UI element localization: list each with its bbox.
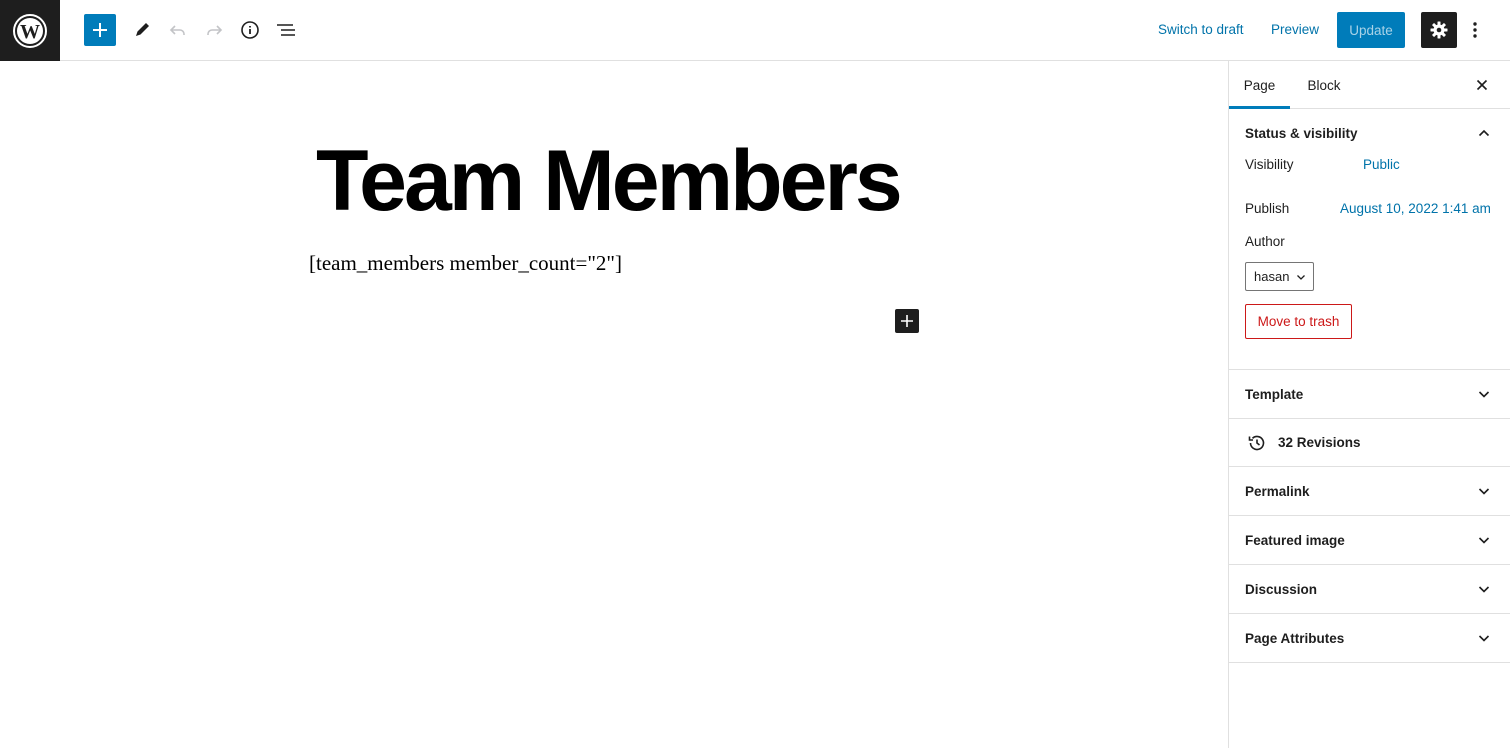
chevron-down-icon [1297, 275, 1305, 280]
status-visibility-panel: Status & visibility Visibility Public Pu… [1229, 109, 1510, 370]
details-button[interactable] [234, 14, 266, 46]
page-attributes-panel: Page Attributes [1229, 614, 1510, 663]
chevron-down-icon [1478, 488, 1490, 495]
more-options-button[interactable] [1463, 14, 1487, 46]
svg-text:W: W [20, 21, 40, 43]
wordpress-logo-button[interactable]: W [0, 0, 60, 61]
panel-title: Permalink [1245, 483, 1310, 499]
history-icon [1248, 435, 1265, 450]
plus-icon [901, 315, 913, 327]
chevron-down-icon [1478, 635, 1490, 642]
undo-button[interactable] [162, 14, 194, 46]
discussion-panel: Discussion [1229, 565, 1510, 614]
author-label: Author [1245, 234, 1285, 249]
discussion-toggle[interactable]: Discussion [1229, 565, 1510, 613]
chevron-down-icon [1478, 537, 1490, 544]
permalink-toggle[interactable]: Permalink [1229, 467, 1510, 515]
redo-button[interactable] [198, 14, 230, 46]
author-select[interactable]: hasan [1245, 262, 1314, 291]
status-visibility-body: Visibility Public Publish August 10, 202… [1229, 157, 1510, 369]
plus-icon [93, 23, 107, 37]
featured-image-panel: Featured image [1229, 516, 1510, 565]
status-visibility-toggle[interactable]: Status & visibility [1229, 109, 1510, 157]
page-title[interactable]: Team Members [316, 131, 903, 231]
tab-page[interactable]: Page [1229, 61, 1290, 109]
template-panel: Template [1229, 370, 1510, 419]
switch-to-draft-button[interactable]: Switch to draft [1158, 22, 1244, 37]
chevron-down-icon [1478, 391, 1490, 398]
redo-icon [207, 25, 223, 35]
preview-button[interactable]: Preview [1271, 22, 1319, 37]
featured-image-toggle[interactable]: Featured image [1229, 516, 1510, 564]
update-button[interactable]: Update [1337, 12, 1405, 48]
tab-block[interactable]: Block [1290, 61, 1358, 109]
settings-sidebar: Page Block Status & visibility Visibilit… [1228, 61, 1510, 748]
publish-date-button[interactable]: August 10, 2022 1:41 am [1340, 201, 1491, 216]
add-block-button[interactable] [84, 14, 116, 46]
settings-button[interactable] [1421, 12, 1457, 48]
undo-icon [169, 25, 185, 35]
close-icon [1476, 79, 1488, 91]
block-inserter-button[interactable] [895, 309, 919, 333]
visibility-value-button[interactable]: Public [1363, 157, 1400, 172]
list-view-button[interactable] [270, 14, 302, 46]
info-icon [241, 21, 259, 39]
revisions-link[interactable]: 32 Revisions [1229, 419, 1510, 467]
panel-title: Template [1245, 386, 1304, 402]
sidebar-tabs: Page Block [1229, 61, 1510, 109]
panel-title: Page Attributes [1245, 630, 1345, 646]
publish-label: Publish [1245, 201, 1290, 216]
panel-title: Status & visibility [1245, 125, 1358, 141]
chevron-up-icon [1478, 129, 1490, 137]
permalink-panel: Permalink [1229, 467, 1510, 516]
editor-canvas: Team Members [team_members member_count=… [0, 61, 1228, 748]
revisions-label: 32 Revisions [1278, 435, 1361, 450]
visibility-label: Visibility [1245, 157, 1294, 172]
page-attributes-toggle[interactable]: Page Attributes [1229, 614, 1510, 662]
chevron-down-icon [1478, 586, 1490, 593]
panel-title: Featured image [1245, 532, 1345, 548]
editor-header: W Switch to draft Preview Update [0, 0, 1510, 61]
more-vertical-icon [1473, 22, 1477, 38]
edit-tools-button[interactable] [126, 14, 158, 46]
author-select-value: hasan [1254, 269, 1290, 284]
move-to-trash-button[interactable]: Move to trash [1245, 304, 1352, 339]
gear-icon [1430, 21, 1448, 39]
wordpress-logo-icon: W [13, 13, 47, 48]
list-view-icon [277, 24, 295, 36]
template-toggle[interactable]: Template [1229, 370, 1510, 418]
close-sidebar-button[interactable] [1472, 75, 1492, 95]
panel-title: Discussion [1245, 581, 1318, 597]
pencil-icon [136, 23, 149, 36]
shortcode-block[interactable]: [team_members member_count="2"] [309, 251, 622, 276]
